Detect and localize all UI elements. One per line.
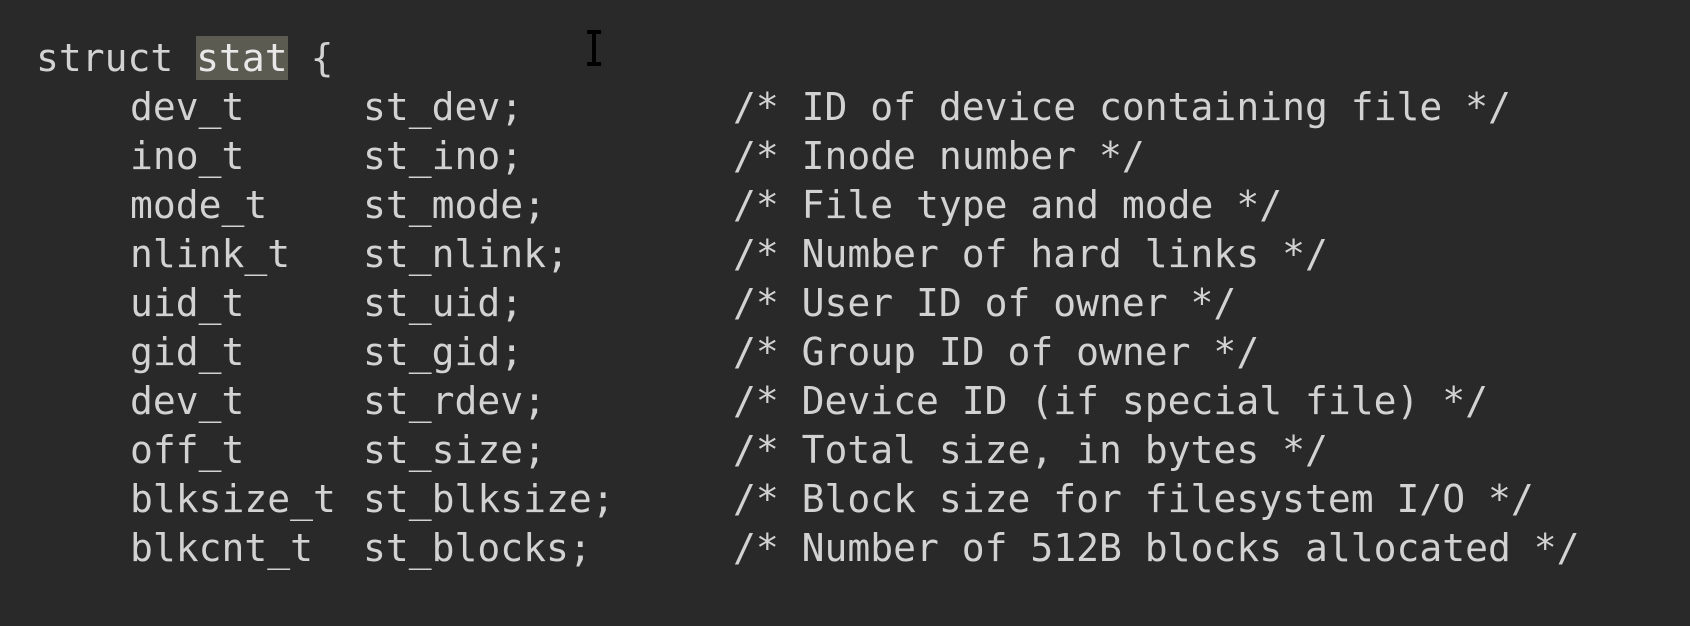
field-comment: /* ID of device containing file */ [733, 85, 1511, 129]
field-name: st_blksize; [363, 477, 615, 521]
field-line: blkcnt_t st_blocks; /* Number of 512B bloc… [36, 524, 1579, 573]
field-type: dev_t [130, 85, 245, 129]
field-comment: /* User ID of owner */ [733, 281, 1237, 325]
field-comment: /* Number of 512B blocks allocated */ [733, 526, 1580, 570]
code-editor[interactable]: struct stat { dev_t st_dev; /* ID of devic… [0, 0, 1690, 626]
field-name: st_ino; [363, 134, 524, 178]
field-comment: /* Group ID of owner */ [733, 330, 1260, 374]
field-name: st_nlink; [363, 232, 569, 276]
field-type: blksize_t [130, 477, 336, 521]
field-comment: /* File type and mode */ [733, 183, 1283, 227]
field-type: mode_t [130, 183, 268, 227]
field-type: nlink_t [130, 232, 291, 276]
field-name: st_dev; [363, 85, 524, 129]
field-comment: /* Inode number */ [733, 134, 1145, 178]
field-line: off_t st_size; /* Total size, in bytes */ [36, 426, 1328, 475]
field-name: st_gid; [363, 330, 524, 374]
field-type: dev_t [130, 379, 245, 423]
field-comment: /* Number of hard links */ [733, 232, 1328, 276]
field-comment: /* Total size, in bytes */ [733, 428, 1328, 472]
field-type: blkcnt_t [130, 526, 314, 570]
struct-name-selected[interactable]: stat [196, 36, 288, 80]
struct-fields: dev_t st_dev; /* ID of device containing f… [36, 83, 1579, 573]
field-line: uid_t st_uid; /* User ID of owner */ [36, 279, 1236, 328]
field-line: mode_t st_mode; /* File type and mode */ [36, 181, 1282, 230]
struct-keyword: struct [36, 36, 174, 80]
field-comment: /* Block size for filesystem I/O */ [733, 477, 1534, 521]
field-type: gid_t [130, 330, 245, 374]
code-block: struct stat { dev_t st_dev; /* ID of devic… [36, 34, 1579, 573]
field-type: uid_t [130, 281, 245, 325]
field-line: dev_t st_dev; /* ID of device containing f… [36, 83, 1511, 132]
open-brace: { [310, 36, 334, 80]
field-name: st_blocks; [363, 526, 592, 570]
field-line: nlink_t st_nlink; /* Number of hard links … [36, 230, 1328, 279]
text-cursor-icon [584, 30, 604, 66]
struct-declaration-line: struct stat { [36, 34, 333, 83]
field-name: st_uid; [363, 281, 524, 325]
field-name: st_size; [363, 428, 547, 472]
field-type: ino_t [130, 134, 245, 178]
field-type: off_t [130, 428, 245, 472]
field-name: st_rdev; [363, 379, 547, 423]
field-line: ino_t st_ino; /* Inode number */ [36, 132, 1145, 181]
field-line: dev_t st_rdev; /* Device ID (if special fi… [36, 377, 1488, 426]
field-line: gid_t st_gid; /* Group ID of owner */ [36, 328, 1259, 377]
field-name: st_mode; [363, 183, 547, 227]
field-comment: /* Device ID (if special file) */ [733, 379, 1488, 423]
field-line: blksize_t st_blksize; /* Block size for fi… [36, 475, 1534, 524]
